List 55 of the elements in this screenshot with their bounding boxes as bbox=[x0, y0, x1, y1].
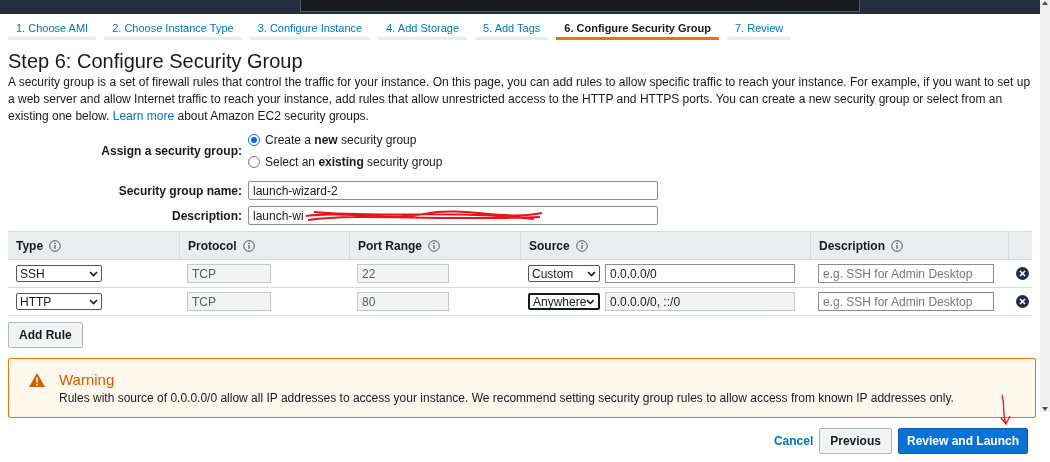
info-icon[interactable] bbox=[242, 239, 255, 252]
caret-icon bbox=[587, 270, 596, 277]
column-header: Type bbox=[16, 238, 44, 253]
cancel-link[interactable]: Cancel bbox=[773, 434, 814, 448]
description-input[interactable]: e.g. SSH for Admin Desktop bbox=[818, 292, 994, 311]
radio-button[interactable] bbox=[248, 134, 260, 146]
protocol-field: TCP bbox=[187, 264, 271, 283]
field-label: Assign a security group: bbox=[100, 144, 242, 158]
column-header: Protocol bbox=[188, 238, 237, 253]
learn-more-link[interactable]: Learn more bbox=[112, 109, 175, 123]
port-range-field: 80 bbox=[357, 292, 449, 311]
wizard-step-tab[interactable]: 3. Configure Instance bbox=[249, 18, 371, 40]
previous-button[interactable]: Previous bbox=[819, 428, 892, 454]
column-header: Description bbox=[819, 238, 885, 253]
wizard-step-tab[interactable]: 2. Choose Instance Type bbox=[104, 18, 242, 40]
field-label: Description: bbox=[171, 208, 242, 223]
description-input[interactable]: e.g. SSH for Admin Desktop bbox=[818, 264, 994, 283]
page-title: Step 6: Configure Security Group bbox=[8, 50, 304, 72]
remove-icon[interactable] bbox=[1016, 295, 1029, 308]
wizard-step-tab[interactable]: 5. Add Tags bbox=[475, 18, 549, 40]
remove-icon[interactable] bbox=[1016, 267, 1029, 280]
add-rule-button[interactable]: Add Rule bbox=[8, 322, 83, 348]
column-header: Source bbox=[529, 238, 570, 253]
caret-icon bbox=[89, 298, 98, 305]
cidr-field[interactable]: 0.0.0.0/0 bbox=[605, 264, 795, 283]
type-select[interactable]: SSH bbox=[16, 265, 102, 282]
info-icon[interactable] bbox=[49, 239, 62, 252]
info-icon[interactable] bbox=[891, 239, 903, 252]
review-and-launch-button[interactable]: Review and Launch bbox=[897, 428, 1028, 454]
port-range-field: 22 bbox=[357, 264, 449, 283]
wizard-step-tab[interactable]: 4. Add Storage bbox=[378, 18, 467, 40]
type-select[interactable]: HTTP bbox=[16, 293, 102, 310]
warning-icon bbox=[29, 373, 45, 387]
protocol-field: TCP bbox=[187, 292, 271, 311]
info-icon[interactable] bbox=[575, 239, 588, 252]
source-select[interactable]: Anywhere bbox=[528, 293, 600, 310]
field-label: Security group name: bbox=[117, 183, 242, 198]
caret-icon bbox=[586, 298, 595, 305]
warning-title: Warning bbox=[59, 371, 116, 388]
scroll-bar[interactable] bbox=[1040, 0, 1050, 412]
caret-icon bbox=[89, 270, 98, 277]
radio-label: Create a new security group bbox=[265, 133, 417, 147]
wizard-step-tab[interactable]: 7. Review bbox=[727, 18, 792, 40]
annotation-arrow-drawing bbox=[998, 394, 1012, 426]
radio-button[interactable] bbox=[248, 156, 260, 168]
wizard-step-tab[interactable]: 6. Configure Security Group bbox=[556, 18, 719, 40]
source-select[interactable]: Custom bbox=[528, 265, 600, 282]
input-field[interactable]: launch-wi bbox=[248, 206, 658, 225]
info-icon[interactable] bbox=[428, 239, 440, 252]
radio-label: Select an existing security group bbox=[265, 155, 443, 169]
input-field[interactable]: launch-wizard-2 bbox=[248, 181, 658, 200]
intro-paragraph: A security group is a set of firewall rules that control the traffic for your instance. On this page, you can add rules to allow specific traffic to reach your instance. For example, if you want to set up a web server and allow Internet traffic to reach your instance, add rules that allow unrestricted access to the HTTP and HTTPS ports. You can create a new security group or select from an existing one below. Learn more about Amazon EC2 security groups. bbox=[8, 74, 1032, 125]
column-header: Port Range bbox=[358, 238, 422, 253]
warning-text: Rules with source of 0.0.0.0/0 allow all IP addresses to access your instance. We recommend setting security group rules to allow access from known IP addresses only. bbox=[59, 391, 954, 405]
wizard-step-tab[interactable]: 1. Choose AMI bbox=[8, 18, 97, 40]
